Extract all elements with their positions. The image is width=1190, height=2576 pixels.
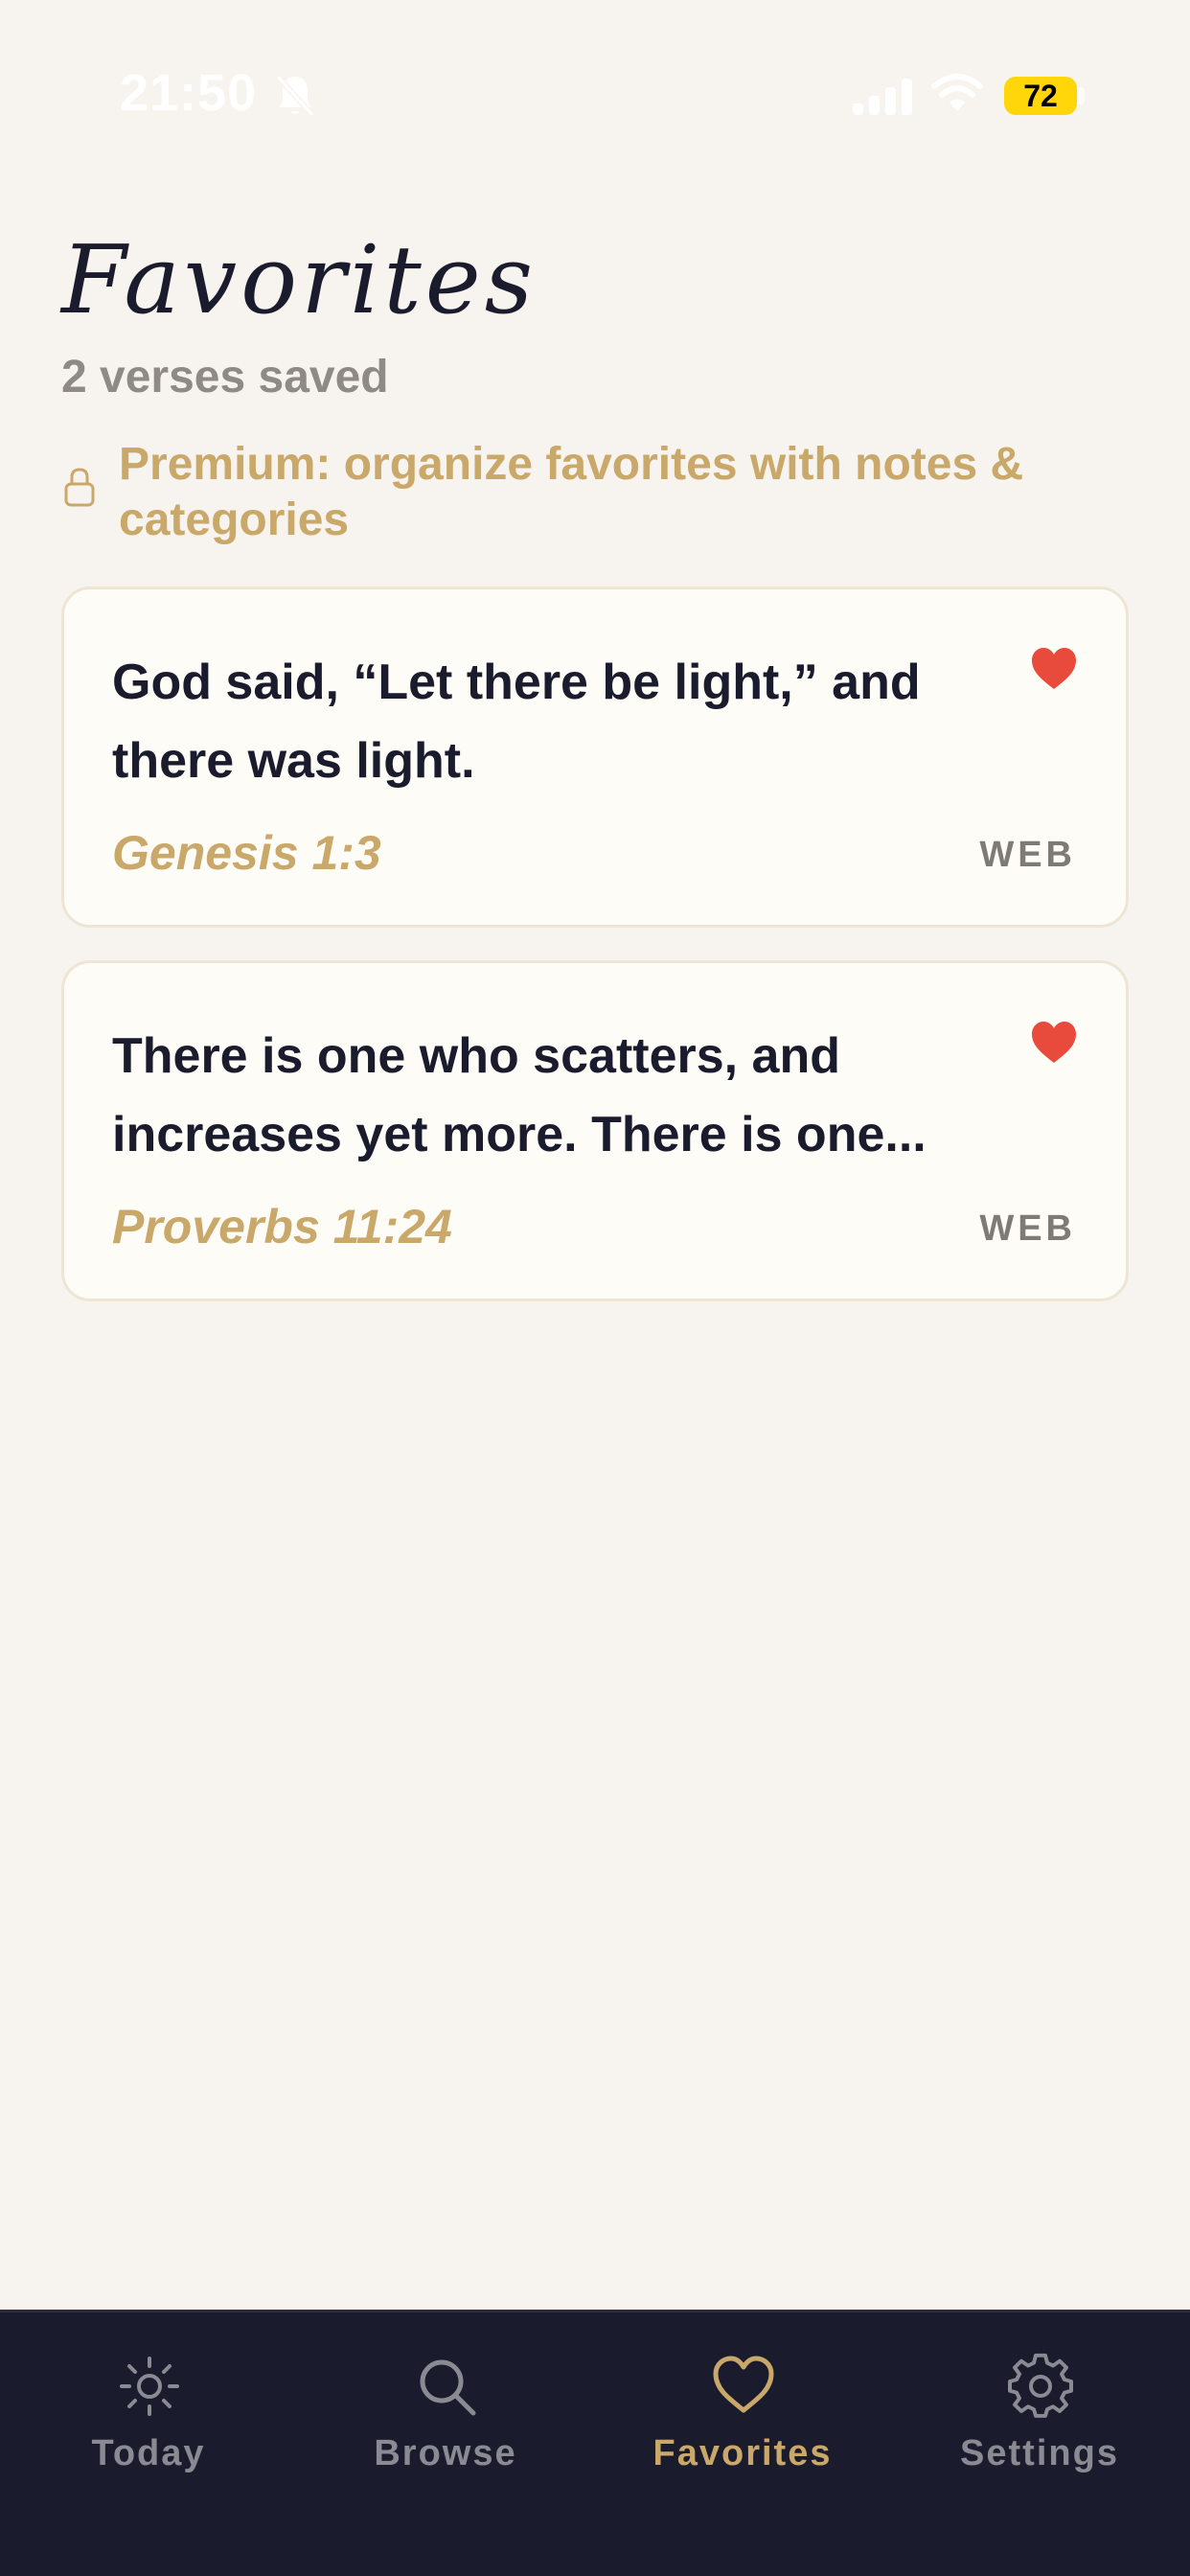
premium-upsell[interactable]: Premium: organize favorites with notes &… — [61, 437, 1134, 556]
tab-bar: Today Browse Favorites Settings — [0, 2310, 1190, 2576]
heart-filled-icon[interactable] — [1030, 1021, 1078, 1065]
tab-label: Favorites — [652, 2433, 833, 2473]
tab-settings[interactable]: Settings — [891, 2312, 1188, 2504]
sun-icon — [120, 2357, 179, 2416]
favorites-screen: 21:50 72 Favorites 2 verses saved Premiu… — [0, 0, 1190, 2576]
status-bar: 21:50 72 — [0, 0, 1190, 192]
premium-text: Premium: organize favorites with notes &… — [119, 439, 1024, 545]
tab-label: Settings — [960, 2433, 1119, 2473]
tab-favorites[interactable]: Favorites — [594, 2312, 891, 2504]
tab-today[interactable]: Today — [0, 2312, 297, 2504]
wifi-icon — [931, 74, 983, 111]
translation-badge: WEB — [979, 1208, 1076, 1249]
tab-label: Today — [91, 2433, 206, 2473]
battery-level: 72 — [1004, 77, 1077, 115]
verse-reference: Genesis 1:3 — [112, 826, 381, 880]
battery-tip — [1079, 87, 1085, 104]
search-icon — [420, 2359, 476, 2416]
lock-icon — [64, 468, 95, 507]
tab-browse[interactable]: Browse — [297, 2312, 594, 2504]
gear-icon — [1008, 2353, 1073, 2418]
heart-filled-icon[interactable] — [1030, 647, 1078, 691]
heart-icon — [713, 2356, 774, 2413]
cellular-signal-icon — [853, 79, 912, 115]
verse-text: There is one who scatters, and increases… — [112, 1028, 927, 1162]
bell-muted-icon — [275, 74, 315, 118]
favorite-card[interactable]: There is one who scatters, and increases… — [61, 960, 1129, 1301]
page-title: Favorites — [61, 226, 537, 335]
translation-badge: WEB — [979, 835, 1076, 875]
verse-reference: Proverbs 11:24 — [112, 1200, 452, 1254]
verse-text: God said, “Let there be light,” and ther… — [112, 655, 921, 789]
verse-count: 2 verses saved — [61, 352, 389, 402]
favorite-card[interactable]: God said, “Let there be light,” and ther… — [61, 586, 1129, 928]
tab-label: Browse — [374, 2433, 517, 2473]
status-time: 21:50 — [120, 64, 258, 122]
